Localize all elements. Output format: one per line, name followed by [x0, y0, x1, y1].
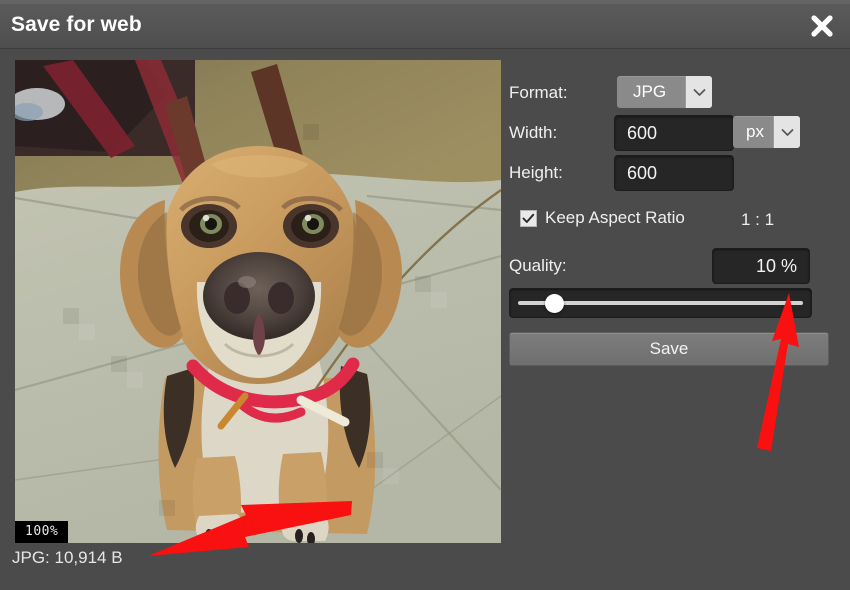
- quality-label: Quality:: [509, 256, 567, 275]
- height-value: 600: [627, 162, 658, 183]
- keep-aspect-ratio-checkbox[interactable]: Keep Aspect Ratio: [520, 208, 685, 228]
- chevron-down-icon: [685, 76, 712, 108]
- filesize-label: JPG: 10,914 B: [12, 548, 123, 567]
- width-value: 600: [627, 122, 658, 143]
- width-label: Width:: [509, 123, 558, 142]
- dialog-title: Save for web: [11, 13, 142, 36]
- chevron-down-icon: [773, 116, 800, 148]
- zoom-level-badge: 100%: [15, 521, 69, 543]
- width-input[interactable]: 600: [614, 115, 734, 151]
- save-for-web-dialog: Save for web 100% JPG: 10,914 B Format: …: [0, 0, 850, 590]
- keep-aspect-ratio-label: Keep Aspect Ratio: [545, 208, 685, 227]
- quality-slider[interactable]: [509, 288, 812, 318]
- quality-value: 10 %: [755, 255, 797, 276]
- format-value: JPG: [633, 82, 667, 101]
- format-label: Format:: [509, 83, 568, 102]
- image-preview[interactable]: [15, 60, 501, 543]
- close-icon[interactable]: [802, 7, 842, 45]
- aspect-ratio-value: 1 : 1: [741, 210, 775, 229]
- checkmark-icon: [520, 209, 537, 227]
- dialog-titlebar: Save for web: [0, 4, 850, 49]
- quality-input[interactable]: 10 %: [712, 248, 810, 284]
- format-select[interactable]: JPG: [617, 76, 712, 108]
- save-button[interactable]: Save: [509, 332, 829, 366]
- height-label: Height:: [509, 163, 563, 182]
- quality-slider-thumb[interactable]: [544, 294, 564, 313]
- unit-value: px: [746, 122, 764, 141]
- height-input[interactable]: 600: [614, 155, 734, 191]
- unit-select[interactable]: px: [733, 116, 800, 148]
- dog-photo: [15, 60, 501, 543]
- save-button-label: Save: [649, 339, 689, 358]
